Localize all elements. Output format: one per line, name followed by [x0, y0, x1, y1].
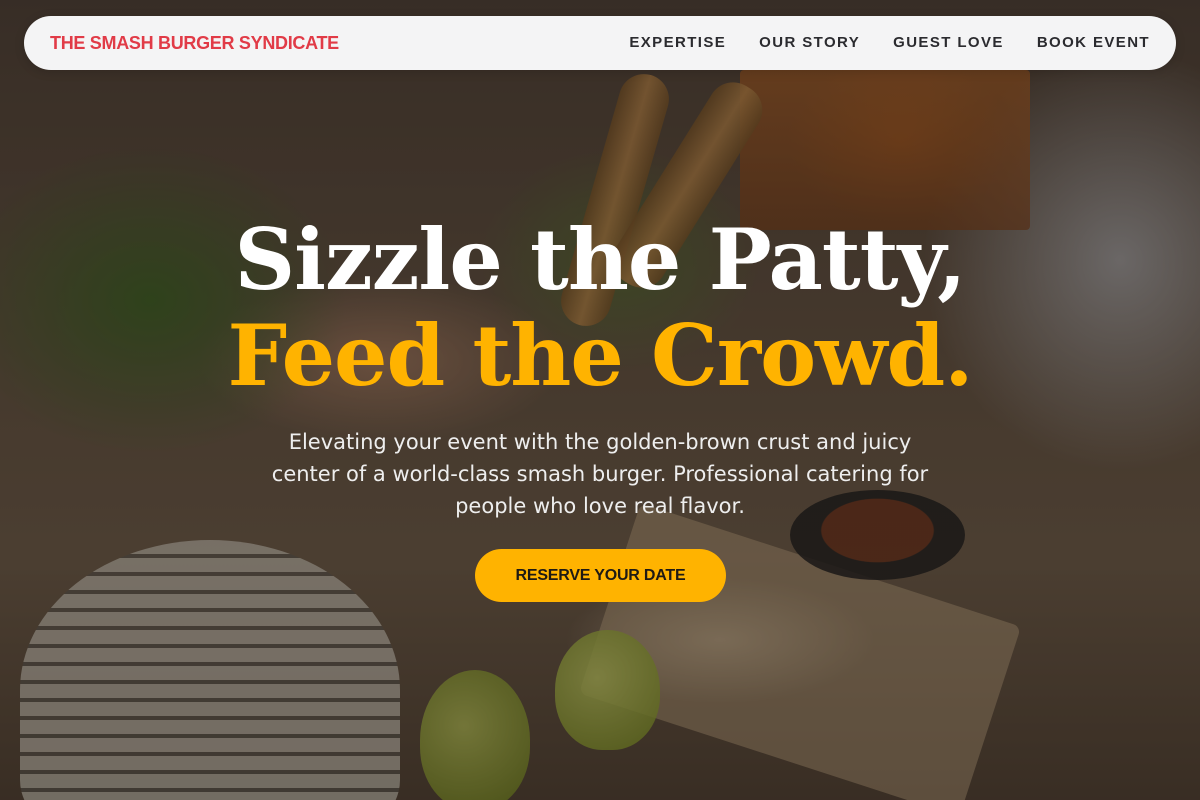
nav-links: EXPERTISE OUR STORY GUEST LOVE BOOK EVEN… — [629, 34, 1150, 52]
nav-item-expertise: EXPERTISE — [629, 34, 726, 52]
nav-item-guest-love: GUEST LOVE — [893, 34, 1004, 52]
nav-item-our-story: OUR STORY — [759, 34, 860, 52]
nav-item-book-event: BOOK EVENT — [1037, 34, 1150, 52]
reserve-date-button[interactable]: RESERVE YOUR DATE — [475, 549, 726, 602]
top-navbar: THE SMASH BURGER SYNDICATE EXPERTISE OUR… — [24, 16, 1176, 70]
brand-logo-link[interactable]: THE SMASH BURGER SYNDICATE — [50, 33, 339, 54]
hero-headline-line2: Feed the Crowd. — [227, 306, 974, 405]
hero-headline: Sizzle the Patty, Feed the Crowd. — [0, 212, 1200, 404]
nav-link-our-story[interactable]: OUR STORY — [759, 34, 860, 51]
hero-subtitle: Elevating your event with the golden-bro… — [271, 430, 929, 518]
nav-link-expertise[interactable]: EXPERTISE — [629, 34, 726, 51]
hero-headline-line1: Sizzle the Patty, — [234, 210, 966, 309]
nav-link-book-event[interactable]: BOOK EVENT — [1037, 34, 1150, 51]
nav-link-guest-love[interactable]: GUEST LOVE — [893, 34, 1004, 51]
